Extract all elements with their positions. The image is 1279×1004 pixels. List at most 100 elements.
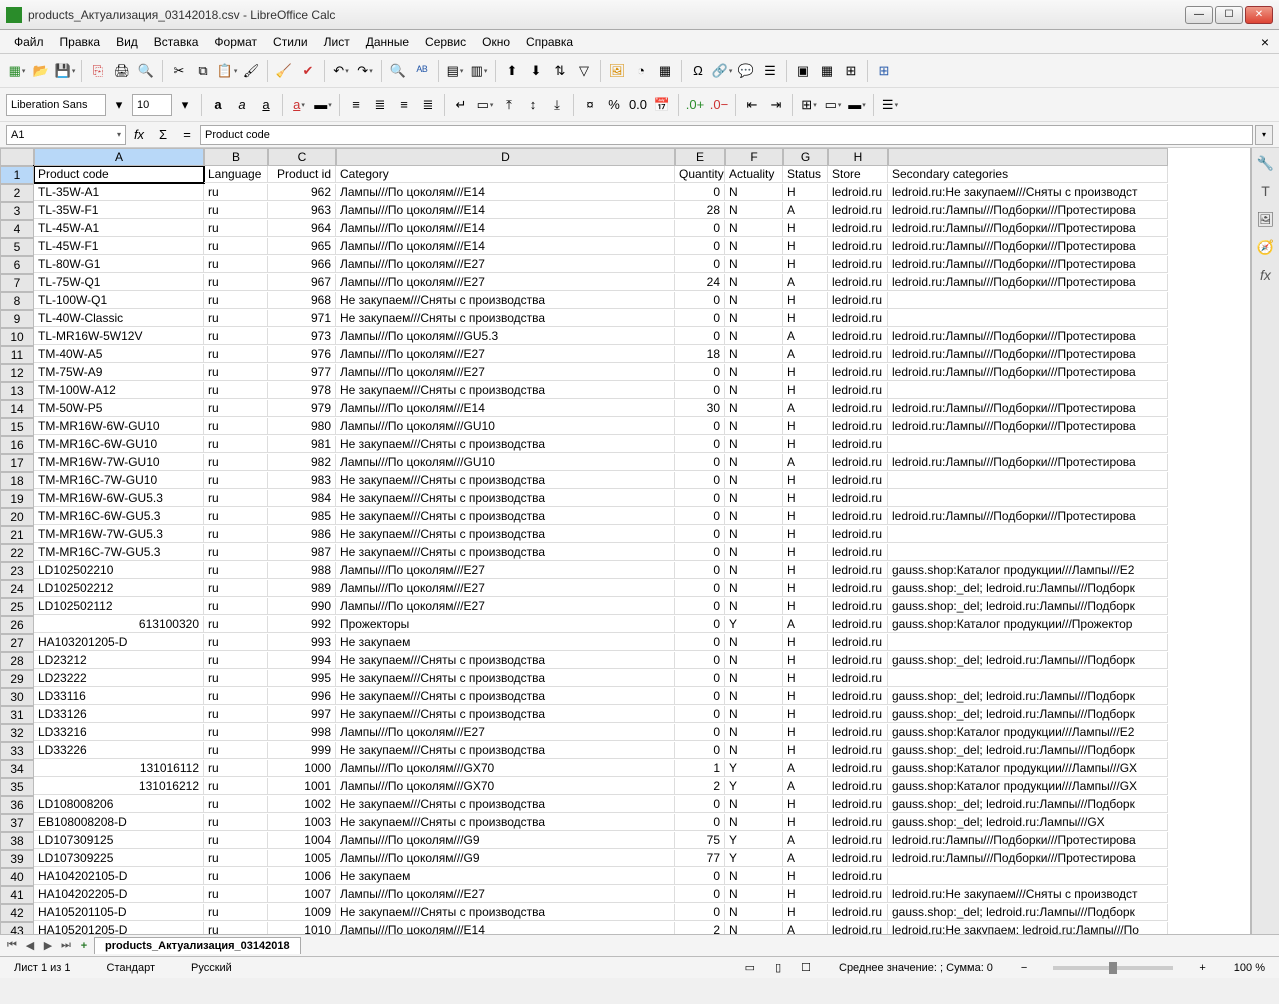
open-button[interactable]: 📂 bbox=[30, 60, 52, 82]
cell[interactable]: ru bbox=[204, 886, 268, 903]
cell[interactable]: ru bbox=[204, 238, 268, 255]
remove-decimal-button[interactable]: .0− bbox=[708, 94, 730, 116]
column-header[interactable]: F bbox=[725, 148, 783, 166]
cell[interactable]: ru bbox=[204, 742, 268, 759]
cell[interactable]: LD33226 bbox=[34, 742, 204, 759]
paste-button[interactable]: 📋 bbox=[216, 60, 238, 82]
cell[interactable]: TL-80W-G1 bbox=[34, 256, 204, 273]
cell[interactable]: ledroid.ru bbox=[828, 886, 888, 903]
add-decimal-button[interactable]: .0+ bbox=[684, 94, 706, 116]
row-header[interactable]: 15 bbox=[0, 418, 34, 436]
cell[interactable]: 77 bbox=[675, 850, 725, 867]
cell[interactable]: ledroid.ru bbox=[828, 436, 888, 453]
cell[interactable]: A bbox=[783, 346, 828, 363]
decrease-indent-button[interactable]: ⇤ bbox=[741, 94, 763, 116]
cell[interactable]: 997 bbox=[268, 706, 336, 723]
cell[interactable]: 0 bbox=[675, 382, 725, 399]
cell[interactable]: H bbox=[783, 706, 828, 723]
cell[interactable]: ledroid.ru bbox=[828, 814, 888, 831]
cell[interactable]: LD23212 bbox=[34, 652, 204, 669]
cell[interactable]: 0 bbox=[675, 796, 725, 813]
cell[interactable]: gauss.shop:_del; ledroid.ru:Лампы///Подб… bbox=[888, 580, 1168, 597]
cell[interactable]: H bbox=[783, 364, 828, 381]
cell[interactable]: Не закупаем///Сняты с производства bbox=[336, 652, 675, 669]
cell[interactable]: Не закупаем///Сняты с производства bbox=[336, 490, 675, 507]
cell[interactable]: 0 bbox=[675, 256, 725, 273]
cell[interactable]: TL-35W-F1 bbox=[34, 202, 204, 219]
cell[interactable]: 0 bbox=[675, 670, 725, 687]
cell[interactable]: Language bbox=[204, 166, 268, 183]
row-header[interactable]: 10 bbox=[0, 328, 34, 346]
cell[interactable]: 993 bbox=[268, 634, 336, 651]
cell[interactable]: ru bbox=[204, 562, 268, 579]
cell[interactable]: 1007 bbox=[268, 886, 336, 903]
cell[interactable]: N bbox=[725, 724, 783, 741]
sheet-tab[interactable]: products_Актуализация_03142018 bbox=[94, 937, 301, 954]
cell[interactable]: 18 bbox=[675, 346, 725, 363]
cell[interactable]: Не закупаем///Сняты с производства bbox=[336, 526, 675, 543]
cell[interactable]: ledroid.ru:Не закупаем///Сняты с произво… bbox=[888, 886, 1168, 903]
cell[interactable]: H bbox=[783, 868, 828, 885]
cell[interactable]: H bbox=[783, 256, 828, 273]
percent-button[interactable]: % bbox=[603, 94, 625, 116]
cell[interactable]: H bbox=[783, 544, 828, 561]
underline-button[interactable]: a bbox=[255, 94, 277, 116]
cell[interactable]: 962 bbox=[268, 184, 336, 201]
cell[interactable]: 0 bbox=[675, 184, 725, 201]
cell[interactable]: ledroid.ru bbox=[828, 346, 888, 363]
cell[interactable]: ru bbox=[204, 184, 268, 201]
cell[interactable]: ledroid.ru:Лампы///Подборки///Протестиро… bbox=[888, 364, 1168, 381]
cell[interactable]: LD102502112 bbox=[34, 598, 204, 615]
cell[interactable]: ru bbox=[204, 256, 268, 273]
cell[interactable]: ledroid.ru bbox=[828, 634, 888, 651]
cell[interactable]: TL-45W-A1 bbox=[34, 220, 204, 237]
font-size-combo[interactable]: 10 bbox=[132, 94, 172, 116]
cell[interactable]: ledroid.ru bbox=[828, 184, 888, 201]
cell[interactable] bbox=[888, 436, 1168, 453]
cell[interactable]: ledroid.ru:Лампы///Подборки///Протестиро… bbox=[888, 238, 1168, 255]
cell[interactable]: N bbox=[725, 688, 783, 705]
cell[interactable]: TL-40W-Classic bbox=[34, 310, 204, 327]
sidebar-functions-icon[interactable]: fx bbox=[1255, 264, 1277, 286]
status-selection-mode-icon[interactable]: ▯ bbox=[775, 961, 781, 974]
row-header[interactable]: 6 bbox=[0, 256, 34, 274]
cell[interactable]: Не закупаем///Сняты с производства bbox=[336, 544, 675, 561]
cell[interactable]: N bbox=[725, 904, 783, 921]
menu-file[interactable]: Файл bbox=[6, 32, 52, 52]
cell[interactable]: Не закупаем///Сняты с производства bbox=[336, 670, 675, 687]
cell[interactable]: ledroid.ru bbox=[828, 364, 888, 381]
cell[interactable]: ru bbox=[204, 292, 268, 309]
cell[interactable]: H bbox=[783, 688, 828, 705]
row-header[interactable]: 28 bbox=[0, 652, 34, 670]
cell[interactable]: gauss.shop:_del; ledroid.ru:Лампы///Подб… bbox=[888, 742, 1168, 759]
cell[interactable]: Лампы///По цоколям///E27 bbox=[336, 562, 675, 579]
cell[interactable]: N bbox=[725, 256, 783, 273]
cell[interactable]: ru bbox=[204, 634, 268, 651]
cell[interactable]: 0 bbox=[675, 328, 725, 345]
cell[interactable]: Status bbox=[783, 166, 828, 183]
cell[interactable]: H bbox=[783, 562, 828, 579]
header-footer-button[interactable]: ☰ bbox=[759, 60, 781, 82]
cell[interactable]: N bbox=[725, 220, 783, 237]
cell[interactable]: LD23222 bbox=[34, 670, 204, 687]
cell[interactable]: Лампы///По цоколям///GU5.3 bbox=[336, 328, 675, 345]
row-header[interactable]: 23 bbox=[0, 562, 34, 580]
cell[interactable]: H bbox=[783, 724, 828, 741]
maximize-button[interactable]: ☐ bbox=[1215, 6, 1243, 24]
cell[interactable]: 1004 bbox=[268, 832, 336, 849]
cell[interactable]: 2 bbox=[675, 778, 725, 795]
cell[interactable]: 1 bbox=[675, 760, 725, 777]
cell[interactable]: 964 bbox=[268, 220, 336, 237]
cell[interactable]: TL-100W-Q1 bbox=[34, 292, 204, 309]
cell[interactable]: 0 bbox=[675, 220, 725, 237]
cell[interactable]: TL-45W-F1 bbox=[34, 238, 204, 255]
cell[interactable]: LD33116 bbox=[34, 688, 204, 705]
cell[interactable]: H bbox=[783, 436, 828, 453]
row-header[interactable]: 2 bbox=[0, 184, 34, 202]
cell[interactable]: Лампы///По цоколям///E27 bbox=[336, 274, 675, 291]
cell[interactable]: ledroid.ru bbox=[828, 490, 888, 507]
cell[interactable]: 990 bbox=[268, 598, 336, 615]
cell[interactable]: 1009 bbox=[268, 904, 336, 921]
cell[interactable]: H bbox=[783, 742, 828, 759]
cell[interactable]: H bbox=[783, 580, 828, 597]
